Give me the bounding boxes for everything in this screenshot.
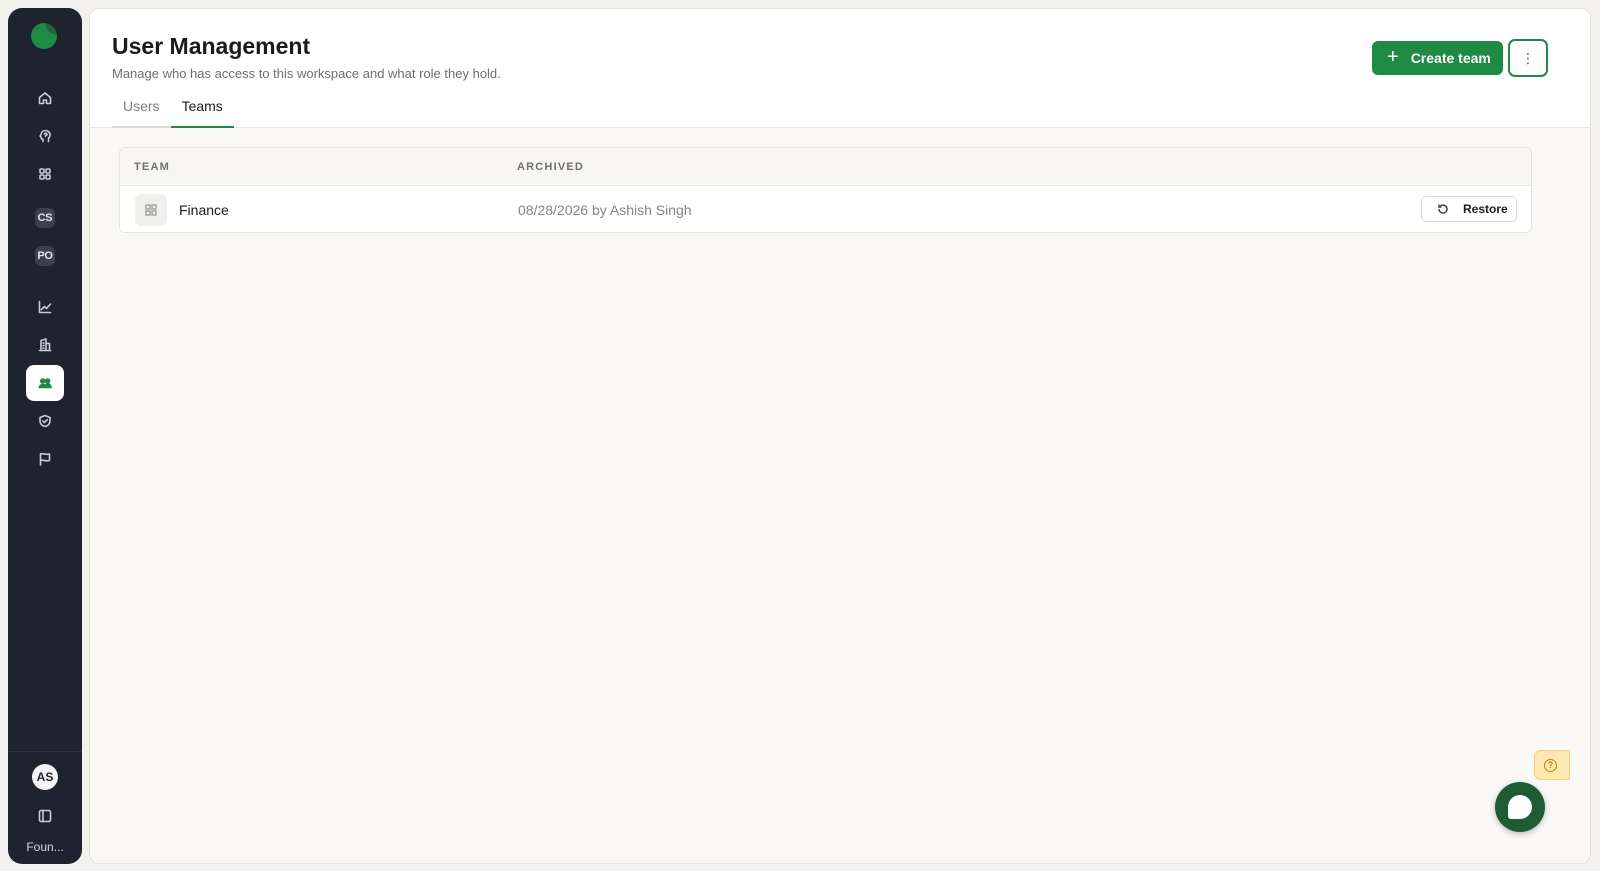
create-team-button[interactable]: + Create team — [1372, 41, 1503, 75]
help-icon: ? — [1544, 758, 1557, 772]
chart-line-icon — [38, 300, 52, 314]
help-tab[interactable]: ? — [1534, 750, 1570, 780]
plus-icon: + — [1387, 46, 1399, 68]
table-header: TEAM ARCHIVED — [120, 148, 1531, 186]
team-name: Finance — [179, 202, 229, 218]
create-team-label: Create team — [1410, 50, 1491, 66]
building-icon — [38, 338, 52, 352]
table-row: Finance 08/28/2026 by Ashish Singh Resto… — [120, 186, 1531, 232]
apps-nav-item[interactable] — [26, 156, 64, 192]
user-avatar[interactable]: AS — [32, 764, 58, 790]
workspace-label[interactable]: Foun... — [8, 840, 82, 854]
po-badge: PO — [35, 246, 55, 266]
brain-icon — [39, 129, 51, 143]
tab-bar: Users Teams — [112, 96, 234, 128]
page-title: User Management — [112, 33, 311, 59]
reports-nav-item[interactable] — [26, 441, 64, 477]
column-header-archived: ARCHIVED — [517, 161, 585, 173]
security-nav-item[interactable] — [26, 403, 64, 439]
cs-badge: CS — [35, 208, 55, 228]
user-management-nav-item[interactable] — [26, 365, 64, 401]
organizations-nav-item[interactable] — [26, 327, 64, 363]
sidebar-divider — [8, 751, 82, 752]
column-header-team: TEAM — [134, 161, 170, 173]
shield-icon — [39, 414, 51, 428]
page-header: User Management Manage who has access to… — [90, 9, 1590, 128]
restore-icon — [1438, 204, 1448, 214]
sidebar: CS PO AS Foun... — [8, 8, 82, 864]
archived-teams-table: TEAM ARCHIVED Finance 08/28/2026 by Ashi… — [119, 147, 1532, 233]
flag-icon — [39, 452, 51, 466]
restore-button[interactable]: Restore — [1421, 196, 1517, 222]
restore-label: Restore — [1463, 202, 1508, 216]
tab-users[interactable]: Users — [112, 96, 171, 128]
chat-icon — [1508, 795, 1532, 819]
home-nav-item[interactable] — [26, 80, 64, 116]
sidebar-toggle-button[interactable] — [26, 798, 64, 834]
analytics-nav-item[interactable] — [26, 289, 64, 325]
team-grid-icon — [145, 204, 157, 216]
home-icon — [38, 92, 52, 105]
tab-teams[interactable]: Teams — [170, 96, 234, 128]
app-logo[interactable] — [31, 22, 58, 49]
more-vertical-icon: ⋮ — [1521, 50, 1535, 66]
archived-info: 08/28/2026 by Ashish Singh — [518, 202, 692, 218]
chat-launcher-button[interactable] — [1495, 782, 1545, 832]
page-subtitle: Manage who has access to this workspace … — [112, 66, 501, 81]
sidebar-panel-icon — [38, 809, 52, 823]
po-nav-item[interactable]: PO — [26, 238, 64, 274]
cs-nav-item[interactable]: CS — [26, 200, 64, 236]
users-icon — [38, 378, 52, 389]
more-options-button[interactable]: ⋮ — [1508, 39, 1548, 77]
insights-nav-item[interactable] — [26, 118, 64, 154]
main-panel: User Management Manage who has access to… — [89, 8, 1591, 864]
grid-icon — [39, 168, 51, 180]
team-avatar — [135, 194, 167, 226]
